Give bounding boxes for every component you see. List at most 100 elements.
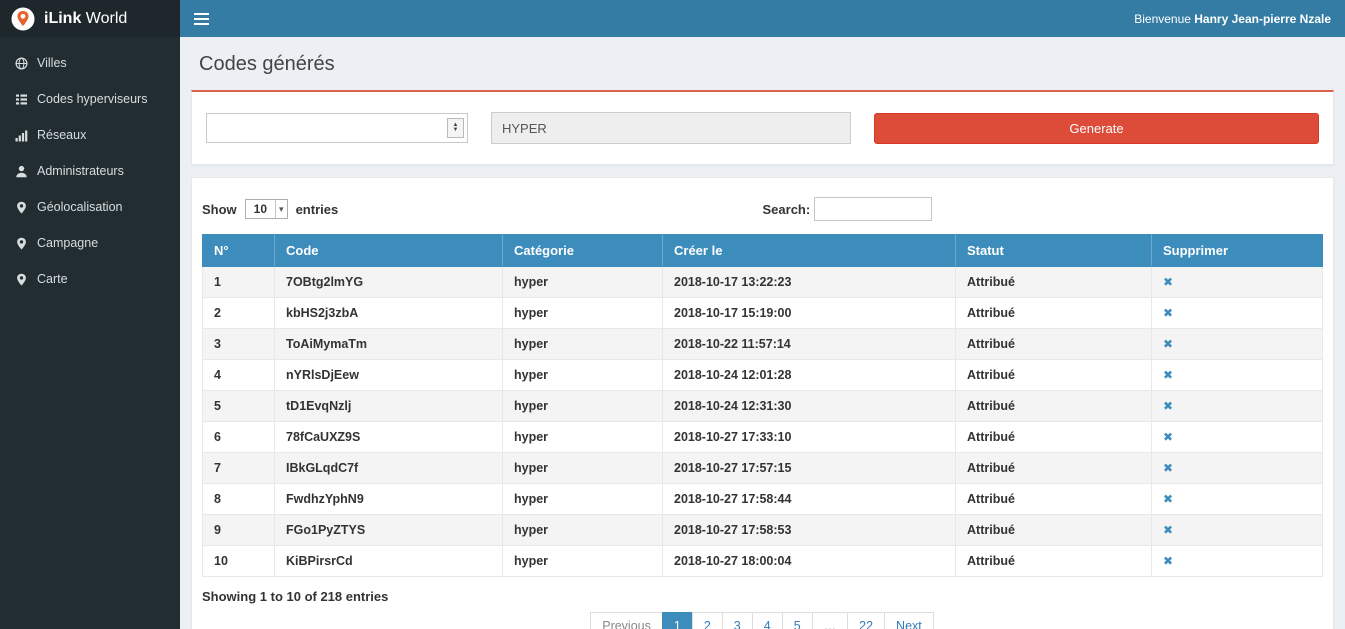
page-button-3[interactable]: 3: [722, 612, 753, 629]
brand-bold: iLink: [44, 10, 81, 27]
cell-code: FwdhzYphN9: [275, 484, 503, 515]
signal-bars-icon: [15, 129, 28, 142]
generate-button[interactable]: Generate: [874, 113, 1319, 144]
quantity-stepper-icon[interactable]: ▲▼: [447, 118, 464, 138]
cell-category: hyper: [503, 422, 663, 453]
category-field[interactable]: [491, 112, 851, 144]
delete-icon[interactable]: ✖: [1163, 492, 1173, 506]
cell-delete: ✖: [1152, 515, 1323, 546]
sidebar-item-reseaux[interactable]: Réseaux: [0, 117, 180, 153]
page-button-next[interactable]: Next: [884, 612, 934, 629]
table-row: 5 tD1EvqNzlj hyper 2018-10-24 12:31:30 A…: [203, 391, 1323, 422]
cell-delete: ✖: [1152, 453, 1323, 484]
brand-light: World: [86, 10, 128, 27]
top-navbar: Bienvenue Hanry Jean-pierre Nzale: [180, 0, 1345, 37]
page-size-value: 10: [246, 200, 275, 218]
search-group: Search:: [763, 197, 933, 221]
delete-icon[interactable]: ✖: [1163, 554, 1173, 568]
delete-icon[interactable]: ✖: [1163, 275, 1173, 289]
cell-category: hyper: [503, 546, 663, 577]
table-row: 3 ToAiMymaTm hyper 2018-10-22 11:57:14 A…: [203, 329, 1323, 360]
sidebar-item-administrateurs[interactable]: Administrateurs: [0, 153, 180, 189]
cell-created: 2018-10-27 17:57:15: [663, 453, 956, 484]
cell-code: IBkGLqdC7f: [275, 453, 503, 484]
cell-code: 7OBtg2lmYG: [275, 267, 503, 298]
cell-created: 2018-10-27 17:33:10: [663, 422, 956, 453]
cell-n: 7: [203, 453, 275, 484]
search-label: Search:: [763, 202, 811, 217]
sidebar-nav: Villes Codes hyperviseurs Réseaux: [0, 37, 180, 629]
delete-icon[interactable]: ✖: [1163, 461, 1173, 475]
cell-created: 2018-10-27 17:58:44: [663, 484, 956, 515]
sidebar-item-label: Campagne: [37, 236, 98, 250]
cell-n: 5: [203, 391, 275, 422]
sidebar-item-villes[interactable]: Villes: [0, 45, 180, 81]
chevron-down-icon: ▾: [275, 200, 287, 218]
show-label: Show: [202, 202, 237, 217]
quantity-field-wrap: ▲▼: [206, 113, 468, 143]
cell-created: 2018-10-24 12:31:30: [663, 391, 956, 422]
page-button-4[interactable]: 4: [752, 612, 783, 629]
sidebar-item-label: Réseaux: [37, 128, 86, 142]
cell-status: Attribué: [956, 484, 1152, 515]
brand-title: iLink World: [44, 10, 127, 28]
cell-status: Attribué: [956, 298, 1152, 329]
column-header-statut[interactable]: Statut: [956, 235, 1152, 267]
delete-icon[interactable]: ✖: [1163, 523, 1173, 537]
search-input[interactable]: [814, 197, 932, 221]
sidebar-item-label: Codes hyperviseurs: [37, 92, 147, 106]
cell-status: Attribué: [956, 546, 1152, 577]
map-marker-icon: [15, 273, 28, 286]
table-row: 2 kbHS2j3zbA hyper 2018-10-17 15:19:00 A…: [203, 298, 1323, 329]
delete-icon[interactable]: ✖: [1163, 368, 1173, 382]
quantity-input[interactable]: [206, 113, 468, 143]
page-button-1[interactable]: 1: [662, 612, 693, 629]
entries-label: entries: [296, 202, 339, 217]
column-header-categorie[interactable]: Catégorie: [503, 235, 663, 267]
page-button-2[interactable]: 2: [692, 612, 723, 629]
cell-created: 2018-10-24 12:01:28: [663, 360, 956, 391]
page-button-previous[interactable]: Previous: [590, 612, 663, 629]
codes-table: N° Code Catégorie Créer le Statut Suppri…: [202, 234, 1323, 577]
cell-n: 8: [203, 484, 275, 515]
table-header-row: N° Code Catégorie Créer le Statut Suppri…: [203, 235, 1323, 267]
cell-status: Attribué: [956, 360, 1152, 391]
welcome-prefix: Bienvenue: [1134, 12, 1194, 26]
delete-icon[interactable]: ✖: [1163, 430, 1173, 444]
page-size-select[interactable]: 10 ▾: [245, 199, 288, 219]
sidebar-item-carte[interactable]: Carte: [0, 261, 180, 297]
cell-delete: ✖: [1152, 546, 1323, 577]
page-button-22[interactable]: 22: [847, 612, 885, 629]
column-header-creer-le[interactable]: Créer le: [663, 235, 956, 267]
delete-icon[interactable]: ✖: [1163, 306, 1173, 320]
sidebar-item-codes-hyperviseurs[interactable]: Codes hyperviseurs: [0, 81, 180, 117]
cell-status: Attribué: [956, 515, 1152, 546]
column-header-n[interactable]: N°: [203, 235, 275, 267]
table-row: 6 78fCaUXZ9S hyper 2018-10-27 17:33:10 A…: [203, 422, 1323, 453]
table-row: 8 FwdhzYphN9 hyper 2018-10-27 17:58:44 A…: [203, 484, 1323, 515]
cell-status: Attribué: [956, 267, 1152, 298]
brand-area[interactable]: iLink World: [0, 0, 180, 37]
sidebar-item-geolocalisation[interactable]: Géolocalisation: [0, 189, 180, 225]
delete-icon[interactable]: ✖: [1163, 337, 1173, 351]
sidebar-toggle-icon[interactable]: [180, 0, 222, 37]
map-marker-icon: [15, 237, 28, 250]
cell-n: 2: [203, 298, 275, 329]
code-generator-panel: ▲▼ Generate: [191, 90, 1334, 165]
page-button-…[interactable]: …: [812, 612, 849, 629]
cell-created: 2018-10-17 13:22:23: [663, 267, 956, 298]
map-marker-icon: [15, 201, 28, 214]
cell-created: 2018-10-27 17:58:53: [663, 515, 956, 546]
page-button-5[interactable]: 5: [782, 612, 813, 629]
sidebar-item-campagne[interactable]: Campagne: [0, 225, 180, 261]
table-row: 10 KiBPirsrCd hyper 2018-10-27 18:00:04 …: [203, 546, 1323, 577]
delete-icon[interactable]: ✖: [1163, 399, 1173, 413]
column-header-code[interactable]: Code: [275, 235, 503, 267]
pagination: Previous12345…22Next: [202, 612, 1323, 629]
sidebar-item-label: Carte: [37, 272, 68, 286]
cell-status: Attribué: [956, 391, 1152, 422]
cell-status: Attribué: [956, 422, 1152, 453]
table-row: 9 FGo1PyZTYS hyper 2018-10-27 17:58:53 A…: [203, 515, 1323, 546]
column-header-supprimer[interactable]: Supprimer: [1152, 235, 1323, 267]
user-menu[interactable]: Bienvenue Hanry Jean-pierre Nzale: [1134, 12, 1331, 26]
